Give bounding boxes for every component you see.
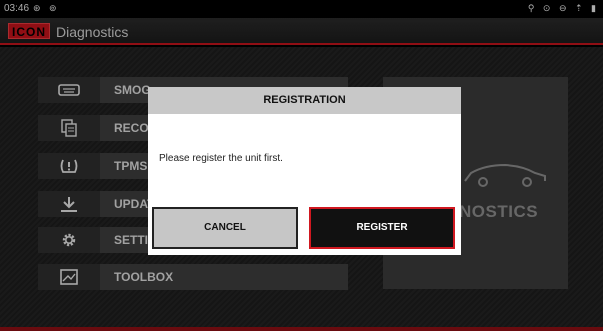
register-button[interactable]: REGISTER bbox=[309, 207, 455, 249]
dialog-message: Please register the unit first. bbox=[159, 153, 283, 164]
dialog-title: REGISTRATION bbox=[148, 87, 461, 114]
cancel-button[interactable]: CANCEL bbox=[152, 207, 298, 249]
registration-dialog: REGISTRATION Please register the unit fi… bbox=[148, 87, 461, 255]
